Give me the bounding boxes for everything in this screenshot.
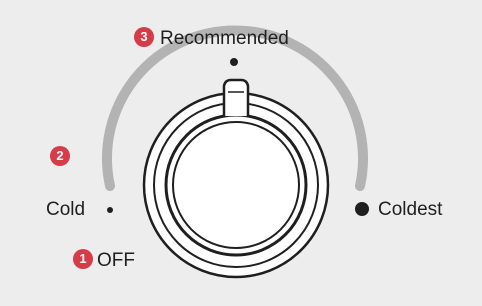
knob-pointer xyxy=(222,78,250,116)
cold-position-dot xyxy=(107,207,113,213)
recommended-label: Recommended xyxy=(160,28,289,49)
coldest-label: Coldest xyxy=(378,199,443,220)
recommended-position-dot xyxy=(228,56,240,68)
step-badge-recommended: 3 xyxy=(134,27,154,47)
temperature-knob[interactable] xyxy=(142,78,330,279)
cold-label: Cold xyxy=(46,199,86,220)
step-badge-cold: 2 xyxy=(50,146,70,166)
thermostat-dial-diagram: 3 Recommended 2 Cold Coldest 1 OFF xyxy=(0,0,482,306)
off-label: OFF xyxy=(97,250,135,271)
step-badge-off: 1 xyxy=(73,249,93,269)
coldest-position-dot xyxy=(355,202,369,216)
